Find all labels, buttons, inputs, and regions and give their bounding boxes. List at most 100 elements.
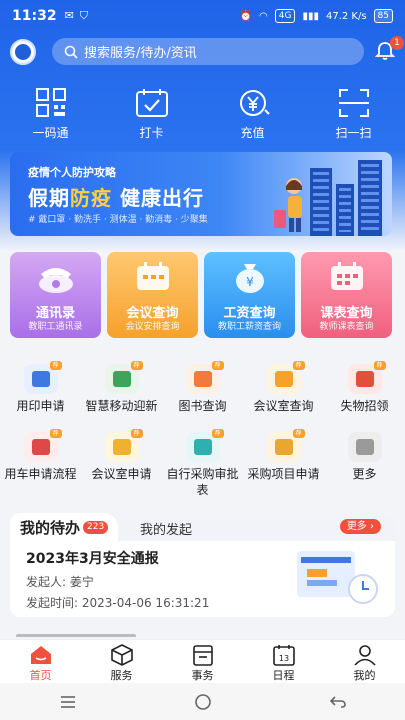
- pending-tabs: 我的待办 223 我的发起 更多 ›: [10, 513, 395, 541]
- service-label: 会议室申请: [91, 467, 152, 481]
- next-section-peek: [16, 628, 376, 638]
- quick-action-code[interactable]: 一码通: [0, 88, 101, 141]
- service-purchase-approval[interactable]: 荐自行采购审批表: [162, 429, 243, 500]
- pending-time: 发起时间: 2023-04-06 16:31:21: [26, 596, 210, 610]
- banner-tags: # 戴口罩 · 勤洗手 · 测体温 · 勤消毒 · 少聚集: [28, 215, 208, 225]
- timetable-icon: [330, 262, 363, 290]
- service-room-query[interactable]: 荐会议室查询: [243, 361, 324, 432]
- home-icon: [30, 646, 51, 664]
- back-icon[interactable]: [329, 695, 347, 709]
- search-input[interactable]: 搜索服务/待办/资讯: [52, 38, 364, 65]
- status-right-icons: ⏰ ◠ 4G ▮▮▮ 47.2 K/s 85: [240, 9, 393, 23]
- clipboard-icon: [192, 645, 213, 666]
- signal-icon: ▮▮▮: [302, 10, 319, 22]
- card-subtitle: 会议安排查询: [125, 322, 180, 332]
- service-label: 图书查询: [178, 399, 227, 413]
- banner-subtitle: 疫情个人防护攻略: [28, 166, 116, 179]
- service-label: 采购项目申请: [247, 467, 320, 481]
- alarm-icon: ⏰: [239, 10, 252, 22]
- shield-icon: ⛉: [79, 9, 89, 22]
- money-bag-icon: ¥: [235, 264, 264, 293]
- welcome-icon: 荐: [104, 361, 143, 394]
- tab-mine[interactable]: 我的: [324, 640, 405, 683]
- service-more[interactable]: 更多: [324, 432, 405, 500]
- tab-affairs[interactable]: 事务: [162, 640, 243, 683]
- meeting-room-icon: 荐: [266, 361, 305, 394]
- service-label: 自行采购审批表: [166, 467, 239, 497]
- purchase-project-icon: 荐: [266, 429, 305, 462]
- quick-action-label: 打卡: [139, 126, 164, 140]
- card-subtitle: 教职工通讯录: [28, 322, 83, 332]
- top-bar: 搜索服务/待办/资讯 1: [0, 36, 405, 66]
- car-icon: 荐: [23, 429, 62, 462]
- home-circle-icon[interactable]: [194, 693, 212, 711]
- card-subtitle: 教师课表查询: [319, 322, 374, 332]
- banner-title: 假期防疫 健康出行: [28, 186, 204, 210]
- quick-action-recharge[interactable]: 充值: [202, 88, 303, 141]
- service-label: 智慧移动迎新: [85, 399, 158, 413]
- quick-action-scan[interactable]: 扫一扫: [303, 88, 404, 141]
- calendar-icon: 13: [272, 645, 295, 666]
- notification-icon: ✉: [64, 9, 74, 22]
- more-icon: [347, 432, 382, 462]
- epidemic-banner[interactable]: 疫情个人防护攻略 假期防疫 健康出行 # 戴口罩 · 勤洗手 · 测体温 · 勤…: [10, 152, 392, 236]
- status-time: 11:32: [12, 8, 57, 24]
- search-placeholder: 搜索服务/待办/资讯: [84, 46, 197, 61]
- service-label: 用印申请: [16, 399, 65, 413]
- document-clock-illustration: [297, 551, 378, 604]
- status-bar: 11:32 ✉ ⛉ ⏰ ◠ 4G ▮▮▮ 47.2 K/s 85: [0, 0, 405, 32]
- tab-service[interactable]: 服务: [81, 640, 162, 683]
- service-label: 失物招领: [340, 399, 389, 413]
- battery-icon: 85: [373, 9, 393, 23]
- quick-actions: 一码通 打卡 充值 扫一扫: [0, 88, 405, 141]
- calendar-check-icon: [135, 89, 168, 117]
- notification-badge: 1: [390, 36, 404, 50]
- bottom-tab-bar: 首页 服务 事务 13 日程 我的: [0, 639, 405, 683]
- card-timetable-query[interactable]: 课表查询 教师课表查询: [301, 252, 392, 338]
- network-speed: 47.2 K/s: [325, 10, 367, 22]
- svg-text:13: 13: [278, 654, 288, 663]
- service-row: 荐用车申请流程 荐会议室申请 荐自行采购审批表 荐采购项目申请 更多: [0, 429, 405, 500]
- pending-initiator: 发起人: 姜宁: [26, 575, 94, 589]
- scan-icon: [338, 89, 369, 117]
- pending-item-title[interactable]: 2023年3月安全通报: [26, 548, 159, 568]
- svg-text:¥: ¥: [246, 275, 254, 289]
- pending-count-badge: 223: [83, 520, 109, 534]
- quick-action-checkin[interactable]: 打卡: [101, 88, 202, 141]
- menu-icon[interactable]: [59, 695, 77, 709]
- card-contacts[interactable]: 通讯录 教职工通讯录: [10, 252, 101, 338]
- more-button[interactable]: 更多 ›: [339, 519, 381, 534]
- service-car-apply[interactable]: 荐用车申请流程: [0, 429, 81, 500]
- book-icon: 荐: [185, 361, 224, 394]
- tab-my-pending[interactable]: 我的待办 223: [10, 513, 119, 541]
- wifi-icon: ◠: [259, 10, 268, 22]
- lost-found-icon: 荐: [347, 361, 386, 394]
- qr-code-icon: [35, 88, 66, 117]
- tab-my-initiated[interactable]: 我的发起: [140, 519, 192, 538]
- cube-icon: [110, 644, 133, 666]
- card-salary-query[interactable]: ¥ 工资查询 教职工薪资查询: [204, 252, 295, 338]
- service-book-query[interactable]: 荐图书查询: [162, 361, 243, 432]
- quick-action-label: 充值: [240, 126, 265, 140]
- system-nav-bar: [0, 683, 405, 720]
- meeting-calendar-icon: [136, 262, 169, 290]
- service-purchase-project[interactable]: 荐采购项目申请: [243, 429, 324, 500]
- room-apply-icon: 荐: [104, 429, 143, 462]
- card-subtitle: 教职工薪资查询: [217, 322, 281, 332]
- service-seal-apply[interactable]: 荐用印申请: [0, 361, 81, 432]
- phone-icon: [38, 268, 73, 293]
- service-label: 会议室查询: [253, 399, 314, 413]
- service-grid: 荐用印申请 荐智慧移动迎新 荐图书查询 荐会议室查询 荐失物招领 荐用车申请流程…: [0, 361, 405, 500]
- purchase-form-icon: 荐: [185, 429, 224, 462]
- tab-home[interactable]: 首页: [0, 640, 81, 683]
- traveler-illustration: [274, 178, 302, 232]
- card-meeting-query[interactable]: 会议查询 会议安排查询: [107, 252, 198, 338]
- service-room-apply[interactable]: 荐会议室申请: [81, 429, 162, 500]
- tab-schedule[interactable]: 13 日程: [243, 640, 324, 683]
- search-icon: [64, 45, 78, 59]
- service-mobile-welcome[interactable]: 荐智慧移动迎新: [81, 361, 162, 432]
- pending-section: 我的待办 223 我的发起 更多 › 2023年3月安全通报 发起人: 姜宁 发…: [10, 513, 395, 617]
- service-lost-found[interactable]: 荐失物招领: [324, 361, 405, 432]
- school-logo[interactable]: [10, 39, 36, 65]
- quick-action-label: 一码通: [32, 126, 69, 140]
